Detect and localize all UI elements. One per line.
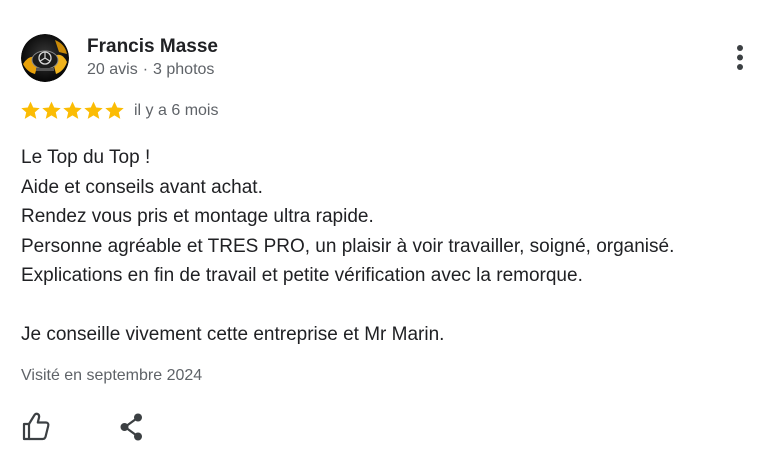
star-icon xyxy=(21,101,40,119)
review-text-line: Le Top du Top ! xyxy=(21,147,151,168)
like-button[interactable] xyxy=(21,410,53,444)
author-info: Francis Masse 20 avis · 3 photos xyxy=(87,35,218,81)
author-meta: 20 avis · 3 photos xyxy=(87,59,218,81)
visited-date: Visité en septembre 2024 xyxy=(21,367,203,384)
review-text-line xyxy=(21,291,761,321)
review-header: Francis Masse 20 avis · 3 photos xyxy=(21,34,218,82)
star-icon xyxy=(105,101,124,119)
star-icon xyxy=(84,101,103,119)
star-icon xyxy=(63,101,82,119)
more-options-button[interactable] xyxy=(726,44,754,76)
more-vertical-icon xyxy=(737,45,743,70)
review-card: Francis Masse 20 avis · 3 photos il y a … xyxy=(0,0,778,473)
review-text-line: Explications en fin de travail et petite… xyxy=(21,265,583,286)
author-name[interactable]: Francis Masse xyxy=(87,35,218,59)
meta-separator: · xyxy=(142,61,149,78)
star-icon xyxy=(42,101,61,119)
share-button[interactable] xyxy=(118,412,148,444)
review-text-line: Je conseille vivement cette entreprise e… xyxy=(21,324,445,345)
author-photo-count: 3 photos xyxy=(153,61,215,78)
review-date: il y a 6 mois xyxy=(134,101,219,119)
share-icon xyxy=(120,413,142,441)
thumbs-up-icon xyxy=(22,412,50,441)
review-text-line: Personne agréable et TRES PRO, un plaisi… xyxy=(21,235,675,257)
star-rating xyxy=(20,100,125,121)
review-text-line: Aide et conseils avant achat. xyxy=(21,176,263,198)
review-text-line: Rendez vous pris et montage ultra rapide… xyxy=(21,206,374,227)
rating-row: il y a 6 mois xyxy=(20,100,218,121)
author-avatar[interactable] xyxy=(21,34,69,82)
review-text: Le Top du Top ! Aide et conseils avant ac… xyxy=(21,143,761,350)
author-review-count: 20 avis xyxy=(87,61,138,78)
